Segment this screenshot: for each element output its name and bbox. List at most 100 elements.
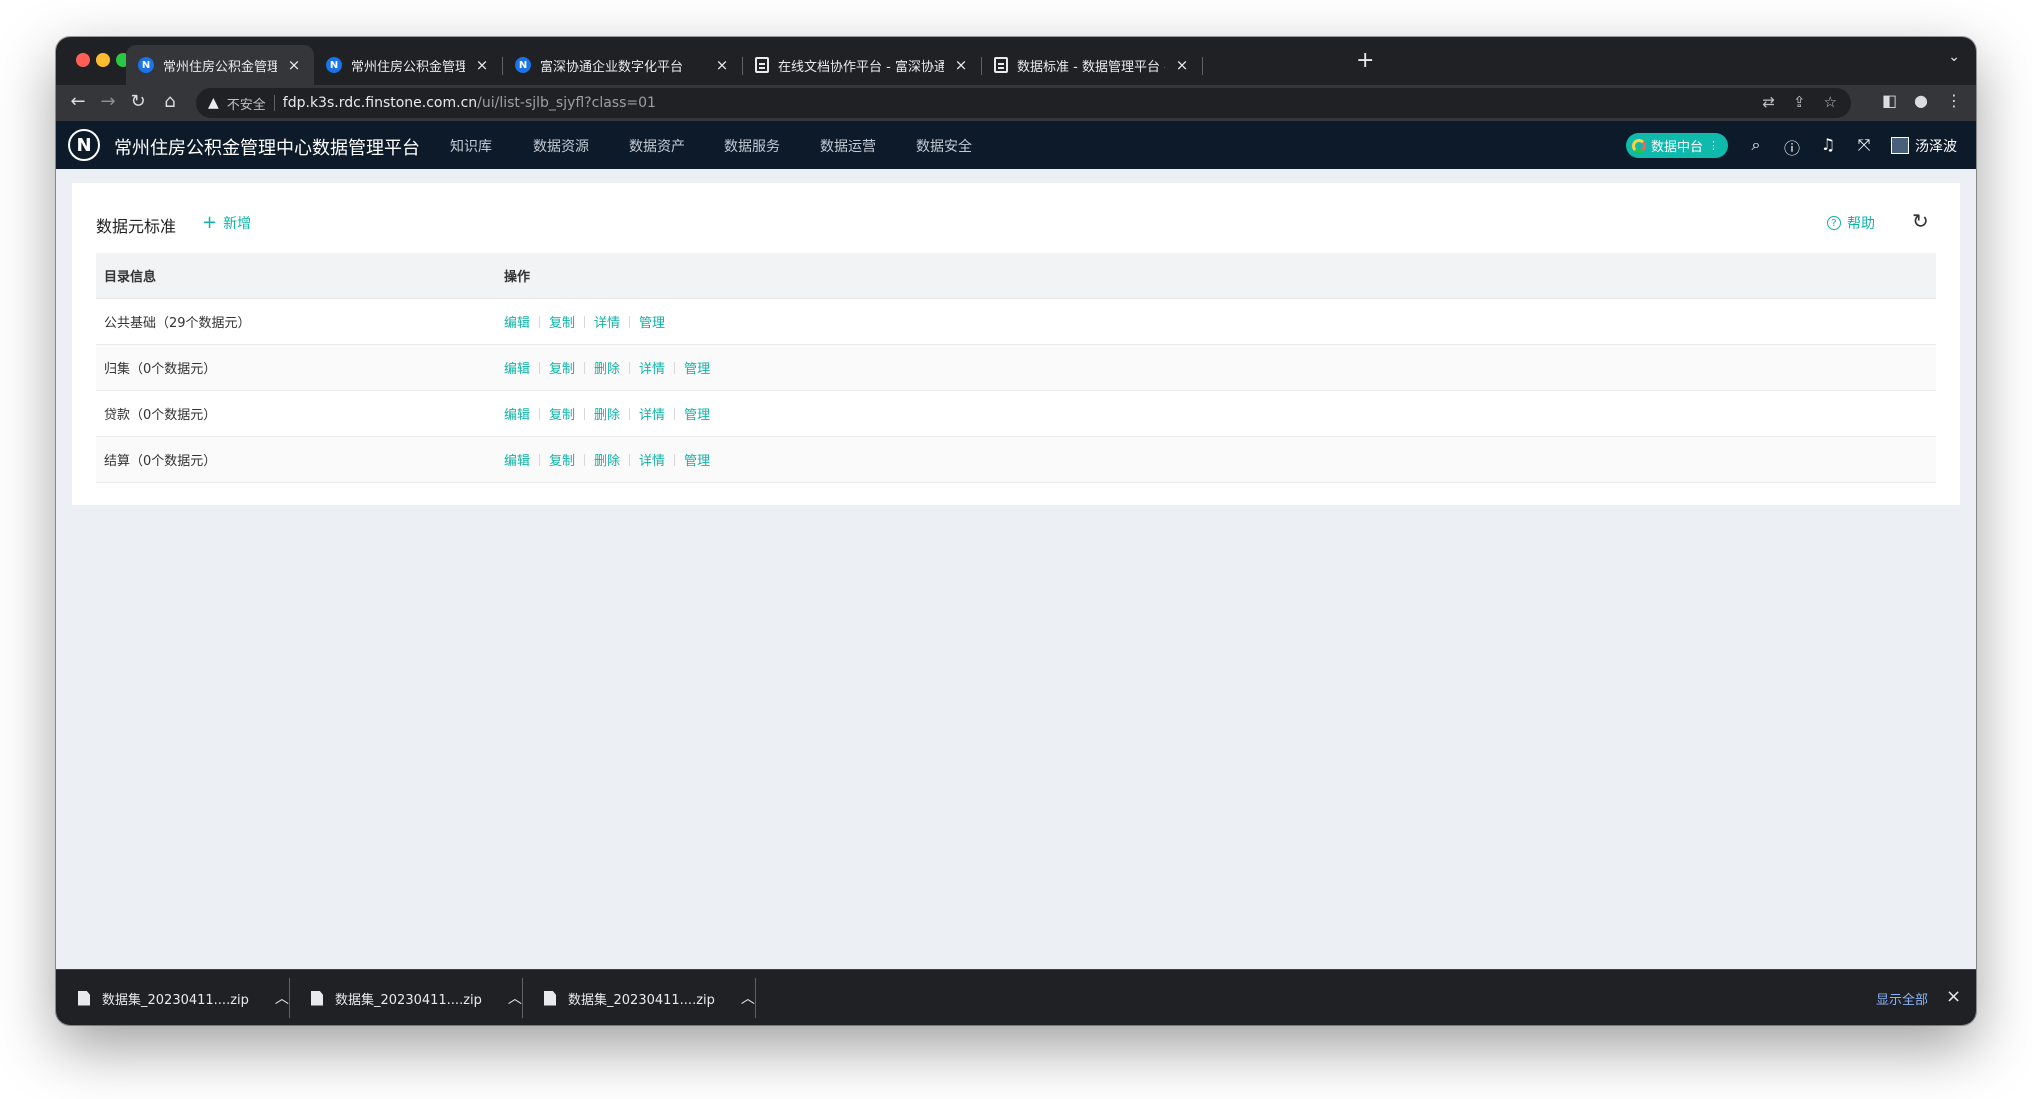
download-filename: 数据集_20230411....zip	[335, 992, 482, 1008]
nav-data-resources[interactable]: 数据资源	[533, 136, 589, 156]
url-path: /ui/list-sjlb_sjyfl?class=01	[477, 95, 656, 111]
translate-icon[interactable]: ⇄	[1762, 93, 1775, 111]
edit-link[interactable]: 编辑	[504, 450, 530, 469]
minimize-window-button[interactable]	[96, 53, 110, 67]
close-icon[interactable]: ×	[953, 56, 969, 74]
show-all-downloads-button[interactable]: 显示全部	[1876, 989, 1928, 1008]
platform-switch-button[interactable]: 数据中台 ⋮	[1626, 133, 1728, 158]
profile-icon[interactable]: ●	[1914, 91, 1928, 110]
catalog-name: 贷款（0个数据元）	[104, 408, 217, 423]
side-panel-icon[interactable]: ◧	[1882, 91, 1897, 110]
app-logo[interactable]: N	[68, 129, 100, 161]
add-button-label: 新增	[223, 216, 252, 232]
download-item[interactable]: 数据集_20230411....zip ︿	[56, 970, 289, 1025]
action-divider	[629, 315, 631, 328]
delete-link[interactable]: 删除	[594, 358, 620, 377]
close-icon[interactable]: ×	[1946, 986, 1961, 1007]
download-item[interactable]: 数据集_20230411....zip ︿	[522, 970, 755, 1025]
manage-link[interactable]: 管理	[639, 312, 665, 331]
close-icon[interactable]: ×	[1174, 56, 1190, 74]
browser-tab-3[interactable]: N 富深协通企业数字化平台 ×	[503, 45, 742, 85]
browser-tab-4[interactable]: 在线文档协作平台 - 富深协通 ×	[743, 45, 981, 85]
close-icon[interactable]: ×	[474, 56, 490, 74]
nav-data-security[interactable]: 数据安全	[916, 136, 972, 156]
catalog-name: 归集（0个数据元）	[104, 362, 217, 377]
copy-link[interactable]: 复制	[549, 312, 575, 331]
delete-link[interactable]: 删除	[594, 404, 620, 423]
tab-title: 数据标准 - 数据管理平台 - 在线	[1017, 59, 1165, 75]
close-icon[interactable]: ×	[714, 56, 730, 74]
table-row: 结算（0个数据元） 编辑 复制 删除 详情 管理	[96, 437, 1936, 483]
home-icon[interactable]: ⌂	[158, 91, 182, 112]
manage-link[interactable]: 管理	[684, 404, 710, 423]
n-logo-icon: N	[326, 57, 342, 73]
chevron-up-icon[interactable]: ︿	[508, 988, 522, 1008]
plus-icon: +	[202, 212, 218, 233]
address-divider	[273, 95, 275, 111]
bookmark-star-icon[interactable]: ☆	[1824, 93, 1837, 111]
share-icon[interactable]: ⇪	[1793, 93, 1806, 111]
copy-link[interactable]: 复制	[549, 404, 575, 423]
help-button[interactable]: ? 帮助	[1827, 213, 1875, 233]
close-icon[interactable]: ×	[286, 56, 302, 74]
address-bar[interactable]: ▲ 不安全 fdp.k3s.rdc.finstone.com.cn /ui/li…	[196, 88, 1851, 118]
manage-link[interactable]: 管理	[684, 450, 710, 469]
detail-link[interactable]: 详情	[639, 404, 665, 423]
add-button[interactable]: + 新增	[202, 213, 251, 233]
nav-data-operations[interactable]: 数据运营	[820, 136, 876, 156]
column-header-actions: 操作	[504, 270, 531, 285]
chevron-up-icon[interactable]: ︿	[275, 988, 289, 1008]
help-icon[interactable]: ⓘ	[1782, 135, 1802, 159]
n-logo-icon: N	[138, 57, 154, 73]
tab-title: 富深协通企业数字化平台	[540, 59, 684, 75]
action-divider	[539, 453, 541, 466]
fullscreen-icon[interactable]: ⤧	[1854, 135, 1874, 155]
table-header: 目录信息 操作	[96, 253, 1936, 299]
warning-triangle-icon: ▲	[208, 95, 219, 111]
action-divider	[584, 453, 586, 466]
browser-tab-5[interactable]: 数据标准 - 数据管理平台 - 在线 ×	[982, 45, 1202, 85]
security-status[interactable]: 不安全	[227, 94, 266, 113]
detail-link[interactable]: 详情	[639, 358, 665, 377]
refresh-icon[interactable]: ↻	[1912, 209, 1929, 233]
username[interactable]: 汤泽波	[1915, 136, 1957, 156]
edit-link[interactable]: 编辑	[504, 312, 530, 331]
search-icon[interactable]: ⌕	[1746, 135, 1766, 155]
avatar[interactable]	[1891, 137, 1909, 154]
tab-title: 在线文档协作平台 - 富深协通	[778, 59, 944, 75]
table-row: 公共基础（29个数据元） 编辑 复制 详情 管理	[96, 299, 1936, 345]
more-menu-icon[interactable]: ⋮	[1946, 91, 1962, 110]
detail-link[interactable]: 详情	[594, 312, 620, 331]
browser-tab-1[interactable]: N 常州住房公积金管理中心数据管理 ×	[126, 45, 314, 85]
reload-icon[interactable]: ↻	[126, 91, 150, 112]
action-divider	[539, 315, 541, 328]
nav-data-services[interactable]: 数据服务	[724, 136, 780, 156]
back-arrow-icon[interactable]: ←	[66, 91, 90, 112]
forward-arrow-icon[interactable]: →	[96, 91, 120, 112]
question-circle-icon: ?	[1827, 216, 1841, 230]
nav-data-assets[interactable]: 数据资产	[629, 136, 685, 156]
delete-link[interactable]: 删除	[594, 450, 620, 469]
chevron-up-icon[interactable]: ︿	[741, 988, 755, 1008]
close-window-button[interactable]	[76, 53, 90, 67]
tab-search-chevron-icon[interactable]: ⌄	[1948, 49, 1960, 65]
action-divider	[674, 453, 676, 466]
copy-link[interactable]: 复制	[549, 450, 575, 469]
document-icon	[994, 57, 1008, 73]
detail-link[interactable]: 详情	[639, 450, 665, 469]
url-host: fdp.k3s.rdc.finstone.com.cn	[282, 95, 478, 111]
edit-link[interactable]: 编辑	[504, 358, 530, 377]
tab-divider	[1202, 57, 1203, 75]
browser-toolbar: ← → ↻ ⌂ ▲ 不安全 fdp.k3s.rdc.finstone.com.c…	[56, 85, 1976, 121]
bell-icon[interactable]: ♫	[1818, 135, 1838, 154]
new-tab-button[interactable]: +	[1356, 48, 1374, 73]
nav-knowledge-base[interactable]: 知识库	[450, 136, 492, 156]
download-divider	[755, 978, 756, 1018]
catalog-name: 结算（0个数据元）	[104, 454, 217, 469]
platform-label: 数据中台	[1651, 140, 1704, 155]
copy-link[interactable]: 复制	[549, 358, 575, 377]
edit-link[interactable]: 编辑	[504, 404, 530, 423]
download-item[interactable]: 数据集_20230411....zip ︿	[289, 970, 522, 1025]
manage-link[interactable]: 管理	[684, 358, 710, 377]
browser-tab-2[interactable]: N 常州住房公积金管理中心数据管 ×	[314, 45, 502, 85]
